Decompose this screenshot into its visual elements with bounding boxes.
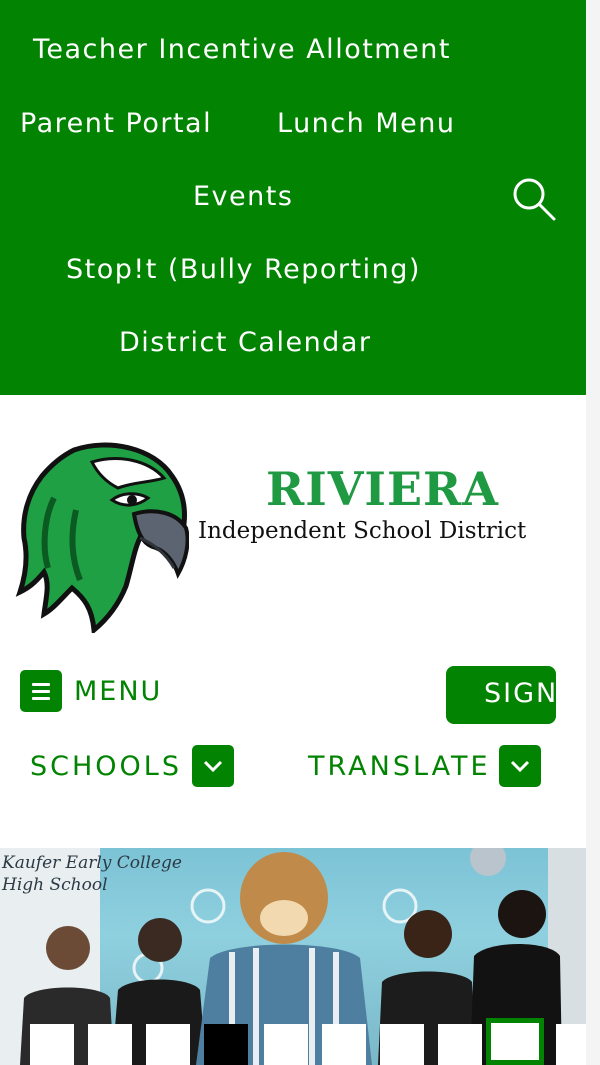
menu-button[interactable]: MENU [20,669,162,713]
page-right-edge [586,0,600,1065]
nav-link-lunch-menu[interactable]: Lunch Menu [277,108,455,139]
carousel-dot-7[interactable] [380,1024,424,1065]
search-icon[interactable] [510,175,558,223]
nav-link-teacher-incentive-allotment[interactable]: Teacher Incentive Allotment [33,34,451,65]
page: Teacher Incentive Allotment Parent Porta… [0,0,586,1065]
nav-link-parent-portal[interactable]: Parent Portal [20,108,212,139]
district-name: RIVIERA [266,462,499,516]
chevron-down-icon [498,745,541,787]
sign-in-label: SIGN [484,678,556,709]
carousel-dot-10[interactable] [556,1024,586,1065]
carousel-dot-1[interactable] [30,1024,74,1065]
hamburger-icon [20,670,62,712]
district-subtitle: Independent School District [198,518,527,544]
carousel-dot-2[interactable] [88,1024,132,1065]
schools-label: SCHOOLS [30,750,182,782]
translate-label: TRANSLATE [308,750,491,782]
district-logo[interactable] [14,438,190,635]
chevron-down-icon [191,745,234,787]
carousel-dot-5[interactable] [264,1024,308,1065]
sign-in-button[interactable]: SIGN [446,666,556,724]
carousel-dot-6[interactable] [322,1024,366,1065]
carousel-dot-active[interactable] [486,1018,544,1065]
schools-dropdown[interactable]: SCHOOLS [30,745,234,787]
carousel-dot-3[interactable] [146,1024,190,1065]
hawk-mascot-icon [15,442,190,635]
nav-link-district-calendar[interactable]: District Calendar [119,327,371,358]
carousel-dot-4[interactable] [204,1024,248,1065]
nav-link-events[interactable]: Events [193,181,293,212]
translate-dropdown[interactable]: TRANSLATE [308,745,541,787]
menu-label: MENU [74,675,163,707]
carousel-dot-8[interactable] [438,1024,482,1065]
top-nav: Teacher Incentive Allotment Parent Porta… [0,0,586,395]
nav-link-stopit[interactable]: Stop!t (Bully Reporting) [66,254,421,285]
